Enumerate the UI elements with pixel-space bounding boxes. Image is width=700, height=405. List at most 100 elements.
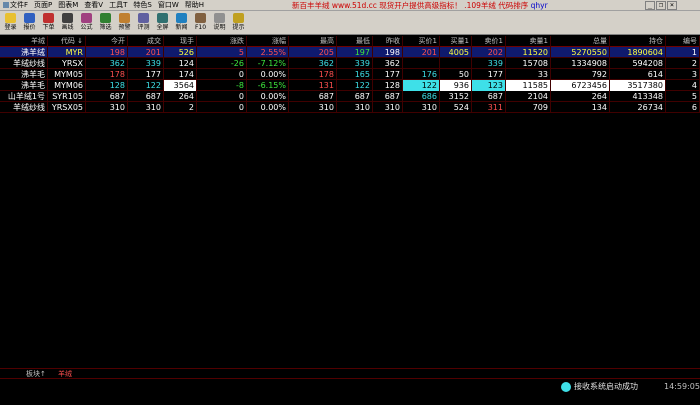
bid-volume-cell: 4005 bbox=[440, 47, 472, 58]
open-interest-cell: 26734 bbox=[610, 102, 666, 113]
bid-price-cell: 310 bbox=[403, 102, 440, 113]
low-cell: 122 bbox=[337, 80, 373, 91]
table-row[interactable]: 山羊绒1号 SYR105 687 687 264 0 0.00% 687 687… bbox=[0, 91, 700, 102]
volume-cell: 264 bbox=[164, 91, 197, 102]
ask-price-cell: 339 bbox=[472, 58, 506, 69]
change-cell: 0 bbox=[197, 69, 247, 80]
open-cell: 687 bbox=[86, 91, 128, 102]
low-cell: 310 bbox=[337, 102, 373, 113]
table-row[interactable]: 羊绒纱线 YRSX05 310 310 2 0 0.00% 310 310 31… bbox=[0, 102, 700, 113]
last-cell: 310 bbox=[128, 102, 164, 113]
last-cell: 339 bbox=[128, 58, 164, 69]
login-button[interactable]: 登录 bbox=[1, 11, 20, 32]
change-pct-cell: 0.00% bbox=[247, 102, 289, 113]
table-row[interactable]: 羊绒纱线 YRSX 362 339 124 -26 -7.12% 362 339… bbox=[0, 58, 700, 69]
column-header[interactable]: 编号 bbox=[666, 36, 700, 47]
high-cell: 205 bbox=[289, 47, 337, 58]
column-header[interactable]: 卖量1 bbox=[506, 36, 551, 47]
change-cell: -8 bbox=[197, 80, 247, 91]
column-header[interactable]: 最高 bbox=[289, 36, 337, 47]
order-button[interactable]: 下单 bbox=[39, 11, 58, 32]
minimize-button[interactable]: _ bbox=[645, 1, 655, 10]
status-time: 14:59:05 bbox=[664, 382, 700, 391]
bell-icon bbox=[119, 13, 130, 23]
last-cell: 201 bbox=[128, 47, 164, 58]
menu-file[interactable]: 文件F bbox=[0, 0, 31, 11]
open-interest-cell: 3517380 bbox=[610, 80, 666, 91]
name-cell: 羊绒纱线 bbox=[0, 102, 48, 113]
change-cell: 0 bbox=[197, 91, 247, 102]
pencil-icon bbox=[62, 13, 73, 23]
alert-button[interactable]: 预警 bbox=[115, 11, 134, 32]
column-header[interactable]: 成交 bbox=[128, 36, 164, 47]
column-header[interactable]: 涨跌 bbox=[197, 36, 247, 47]
sheet-tabs: 板块↑ 羊绒 bbox=[0, 368, 700, 378]
total-volume-cell: 134 bbox=[551, 102, 610, 113]
low-cell: 165 bbox=[337, 69, 373, 80]
column-header[interactable]: 现手 bbox=[164, 36, 197, 47]
high-cell: 131 bbox=[289, 80, 337, 91]
ask-volume-cell: 709 bbox=[506, 102, 551, 113]
table-row[interactable]: 沸羊毛 MYM06 128 122 3564 -8 -6.15% 131 122… bbox=[0, 80, 700, 91]
column-header[interactable]: 买价1 bbox=[403, 36, 440, 47]
column-header[interactable]: 昨收 bbox=[373, 36, 403, 47]
total-volume-cell: 6723456 bbox=[551, 80, 610, 91]
last-cell: 122 bbox=[128, 80, 164, 91]
ask-price-cell: 123 bbox=[472, 80, 506, 91]
close-button[interactable]: × bbox=[667, 1, 677, 10]
promo-text: 新百丰羊绒 www.51d.cc 现货开户提供高级指标！ .109羊绒 代码排序 bbox=[292, 1, 529, 10]
app-icon bbox=[3, 1, 9, 8]
filter-button[interactable]: 筛选 bbox=[96, 11, 115, 32]
column-header[interactable]: 卖价1 bbox=[472, 36, 506, 47]
column-header[interactable]: 买量1 bbox=[440, 36, 472, 47]
bid-volume-cell: 524 bbox=[440, 102, 472, 113]
bid-volume-cell bbox=[440, 58, 472, 69]
total-volume-cell: 264 bbox=[551, 91, 610, 102]
column-header[interactable]: 持仓 bbox=[610, 36, 666, 47]
last-cell: 177 bbox=[128, 69, 164, 80]
restore-button[interactable]: ❐ bbox=[656, 1, 666, 10]
tips-button[interactable]: 提示 bbox=[229, 11, 248, 32]
fullscreen-button[interactable]: 全屏 bbox=[153, 11, 172, 32]
news-icon bbox=[176, 13, 187, 23]
evaluate-button[interactable]: 评测 bbox=[134, 11, 153, 32]
name-cell: 沸羊毛 bbox=[0, 69, 48, 80]
formula-button[interactable]: 公式 bbox=[77, 11, 96, 32]
menu-page[interactable]: 页面P bbox=[31, 0, 55, 11]
bid-price-cell: 176 bbox=[403, 69, 440, 80]
explain-button[interactable]: 说明 bbox=[210, 11, 229, 32]
low-cell: 197 bbox=[337, 47, 373, 58]
index-cell: 6 bbox=[666, 102, 700, 113]
draw-button[interactable]: 画线 bbox=[58, 11, 77, 32]
menu-special[interactable]: 特色S bbox=[130, 0, 154, 11]
open-cell: 198 bbox=[86, 47, 128, 58]
table-row[interactable]: 沸羊毛 MYM05 178 177 174 0 0.00% 178 165 17… bbox=[0, 69, 700, 80]
bid-volume-cell: 936 bbox=[440, 80, 472, 91]
ask-volume-cell: 15708 bbox=[506, 58, 551, 69]
ask-volume-cell: 33 bbox=[506, 69, 551, 80]
column-header[interactable]: 总量 bbox=[551, 36, 610, 47]
name-cell: 羊绒纱线 bbox=[0, 58, 48, 69]
menu-help[interactable]: 帮助H bbox=[182, 0, 207, 11]
change-pct-cell: 0.00% bbox=[247, 69, 289, 80]
column-header[interactable]: 羊绒 bbox=[0, 36, 48, 47]
news-button[interactable]: 新闻 bbox=[172, 11, 191, 32]
total-volume-cell: 1334908 bbox=[551, 58, 610, 69]
column-header[interactable]: 最低 bbox=[337, 36, 373, 47]
window-controls: _ ❐ × bbox=[645, 1, 677, 10]
table-row[interactable]: 沸羊绒 MYR 198 201 526 5 2.55% 205 197 198 … bbox=[0, 47, 700, 58]
promo-banner[interactable]: 新百丰羊绒 www.51d.cc 现货开户提供高级指标！ .109羊绒 代码排序… bbox=[292, 0, 548, 11]
change-pct-cell: 2.55% bbox=[247, 47, 289, 58]
menu-view[interactable]: 查看V bbox=[81, 0, 106, 11]
menu-chart[interactable]: 图表M bbox=[55, 0, 81, 11]
menu-window[interactable]: 窗口W bbox=[155, 0, 182, 11]
menu-tools[interactable]: 工具T bbox=[106, 0, 130, 11]
quote-button[interactable]: 报价 bbox=[20, 11, 39, 32]
code-cell: YRSX05 bbox=[48, 102, 86, 113]
f10-button[interactable]: F10 bbox=[191, 11, 210, 32]
name-cell: 沸羊毛 bbox=[0, 80, 48, 91]
change-pct-cell: -7.12% bbox=[247, 58, 289, 69]
column-header[interactable]: 今开 bbox=[86, 36, 128, 47]
column-header[interactable]: 代码 ↓ bbox=[48, 36, 86, 47]
column-header[interactable]: 涨幅 bbox=[247, 36, 289, 47]
